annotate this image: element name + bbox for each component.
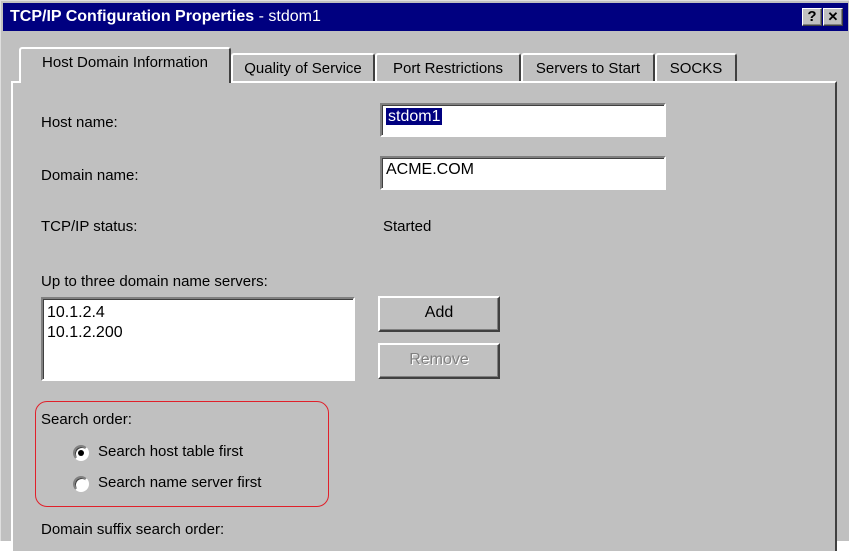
remove-button[interactable]: Remove [378, 343, 500, 379]
domain-name-label: Domain name: [41, 167, 139, 184]
dns-servers-label: Up to three domain name servers: [41, 273, 268, 290]
domain-suffix-label: Domain suffix search order: [41, 521, 225, 538]
close-button[interactable]: ✕ [823, 8, 843, 26]
radio-selected-dot [78, 450, 84, 456]
search-name-server-option[interactable]: Search name server first [73, 474, 303, 494]
title-bar[interactable]: TCP/IP Configuration Properties - stdom1… [3, 3, 848, 31]
question-mark-icon: ? [807, 8, 817, 25]
search-host-table-option[interactable]: Search host table first [73, 443, 293, 463]
radio-button[interactable] [73, 445, 89, 461]
tcpip-status-value: Started [383, 218, 432, 235]
search-host-table-label: Search host table first [98, 443, 244, 460]
properties-dialog: TCP/IP Configuration Properties - stdom1… [0, 0, 849, 551]
radio-button[interactable] [73, 476, 89, 492]
tab-port-restrictions[interactable]: Port Restrictions [375, 53, 521, 83]
tab-servers-to-start[interactable]: Servers to Start [521, 53, 655, 83]
domain-name-field[interactable]: ACME.COM [380, 156, 666, 190]
tab-host-domain-information[interactable]: Host Domain Information [19, 47, 231, 83]
add-button[interactable]: Add [378, 296, 500, 332]
tab-socks[interactable]: SOCKS [655, 53, 737, 83]
tcpip-status-label: TCP/IP status: [41, 218, 138, 235]
window-title: TCP/IP Configuration Properties - stdom1 [10, 8, 321, 25]
list-item[interactable]: 10.1.2.4 [47, 303, 349, 323]
dns-servers-list[interactable]: 10.1.2.4 10.1.2.200 [41, 297, 355, 381]
close-icon: ✕ [827, 9, 839, 24]
host-name-label: Host name: [41, 114, 118, 131]
list-item[interactable]: 10.1.2.200 [47, 323, 349, 343]
search-name-server-label: Search name server first [98, 474, 262, 491]
tab-quality-of-service[interactable]: Quality of Service [231, 53, 375, 83]
help-button[interactable]: ? [802, 8, 822, 26]
search-order-label: Search order: [41, 411, 132, 428]
host-name-field[interactable]: stdom1 [380, 103, 666, 137]
